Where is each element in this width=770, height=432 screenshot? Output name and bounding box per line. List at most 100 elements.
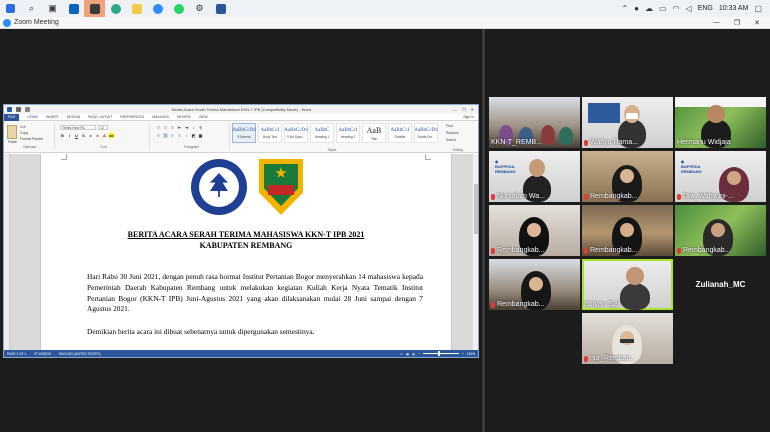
video-tile[interactable]: Rembangkab... bbox=[582, 151, 673, 202]
video-tile[interactable]: ◆ BAPPEDA REMBANG Nursalam Wa... bbox=[489, 151, 580, 202]
language-indicator[interactable]: ENG bbox=[698, 5, 713, 12]
align-center-icon[interactable]: ≡ bbox=[163, 133, 168, 138]
style-title[interactable]: AaB Title bbox=[362, 123, 386, 143]
video-tile[interactable]: KKN-T_REMB... bbox=[489, 97, 580, 148]
task-view-icon[interactable]: ▣ bbox=[42, 0, 63, 17]
style-normal[interactable]: AaBbCcDd ¶ Normal bbox=[232, 123, 256, 143]
zoom-icon[interactable] bbox=[147, 0, 168, 17]
volume-icon[interactable]: ◁ bbox=[686, 4, 692, 13]
line-spacing-icon[interactable]: ↕ bbox=[184, 133, 189, 138]
video-tile[interactable]: Rembangkab... bbox=[582, 205, 673, 256]
sign-in-link[interactable]: Sign in bbox=[463, 115, 478, 119]
zoom-out-icon[interactable]: − bbox=[418, 352, 420, 356]
app-orange-icon[interactable] bbox=[84, 0, 105, 17]
tab-view[interactable]: VIEW bbox=[199, 115, 208, 119]
style-no-spacing[interactable]: AaBbCcDd ¶ No Spac... bbox=[284, 123, 308, 143]
superscript-icon[interactable]: x bbox=[95, 133, 100, 138]
file-explorer-icon[interactable] bbox=[126, 0, 147, 17]
replace-button[interactable]: Replace bbox=[446, 130, 459, 137]
font-name-select[interactable]: Times New Ro bbox=[60, 125, 96, 130]
clock[interactable]: 10:33 AM bbox=[719, 5, 749, 12]
tab-references[interactable]: REFERENCES bbox=[120, 115, 144, 119]
wifi-icon[interactable]: ◠ bbox=[673, 4, 680, 13]
tab-mailings[interactable]: MAILINGS bbox=[152, 115, 169, 119]
zoom-in-icon[interactable]: + bbox=[462, 352, 464, 356]
page-count[interactable]: PAGE 1 OF 1 bbox=[7, 352, 26, 356]
outlook-icon[interactable] bbox=[63, 0, 84, 17]
format-painter-button[interactable]: Format Painter bbox=[20, 137, 43, 141]
word-maximize-icon[interactable]: ❐ bbox=[462, 107, 466, 112]
vertical-scrollbar[interactable] bbox=[472, 154, 478, 350]
style-heading-1[interactable]: AaBbC Heading 1 bbox=[310, 123, 334, 143]
edge-icon[interactable] bbox=[105, 0, 126, 17]
zoom-slider[interactable] bbox=[422, 351, 459, 356]
document-page[interactable]: BERITA ACARA SERAH TERIMA MAHASISWA KKN-… bbox=[40, 154, 452, 350]
numbering-icon[interactable]: ≡ bbox=[163, 125, 168, 130]
increase-indent-icon[interactable]: ⇥ bbox=[184, 125, 189, 130]
web-layout-icon[interactable]: ▤ bbox=[412, 352, 415, 356]
settings-icon[interactable]: ⚙ bbox=[189, 0, 210, 17]
tab-review[interactable]: REVIEW bbox=[177, 115, 191, 119]
shading-icon[interactable]: ◩ bbox=[191, 133, 196, 138]
tab-design[interactable]: DESIGN bbox=[67, 115, 80, 119]
word-icon[interactable] bbox=[210, 0, 231, 17]
video-tile-no-video[interactable]: Zulianah_MC bbox=[675, 259, 766, 310]
italic-icon[interactable]: I bbox=[67, 133, 72, 138]
video-tile[interactable]: Rembangkab... bbox=[675, 205, 766, 256]
select-button[interactable]: Select bbox=[446, 137, 459, 144]
tab-page-layout[interactable]: PAGE LAYOUT bbox=[88, 115, 112, 119]
strikethrough-icon[interactable]: S bbox=[81, 133, 86, 138]
justify-icon[interactable]: ≡ bbox=[177, 133, 182, 138]
save-icon[interactable] bbox=[16, 107, 21, 112]
maximize-icon[interactable]: ❐ bbox=[734, 19, 740, 27]
tab-file[interactable]: FILE bbox=[4, 113, 20, 121]
font-size-select[interactable]: 12 bbox=[98, 125, 108, 130]
cut-button[interactable]: Cut bbox=[20, 125, 25, 129]
word-minimize-icon[interactable]: — bbox=[453, 107, 457, 112]
search-icon[interactable]: ⌕ bbox=[21, 0, 42, 17]
multilevel-icon[interactable]: ≡ bbox=[170, 125, 175, 130]
video-tile[interactable]: Hermanu Widjaja bbox=[675, 97, 766, 148]
mic-tray-icon[interactable]: ● bbox=[634, 4, 639, 13]
bold-icon[interactable]: B bbox=[60, 133, 65, 138]
style-subtle-emphasis[interactable]: AaBbCcDd Subtle Em... bbox=[414, 123, 438, 143]
paste-button[interactable]: Paste bbox=[8, 140, 17, 144]
copy-button[interactable]: Copy bbox=[20, 131, 28, 135]
whatsapp-icon[interactable] bbox=[168, 0, 189, 17]
video-tile[interactable]: Rembangkab... bbox=[489, 259, 580, 310]
font-color-icon[interactable]: A bbox=[102, 133, 107, 138]
zoom-level[interactable]: 140% bbox=[467, 352, 475, 356]
close-icon[interactable]: ✕ bbox=[754, 19, 760, 27]
video-tile[interactable]: nur_Remban... bbox=[582, 313, 673, 364]
word-close-icon[interactable]: ✕ bbox=[471, 107, 474, 112]
cloud-icon[interactable]: ☁ bbox=[645, 4, 653, 13]
scroll-thumb[interactable] bbox=[474, 184, 478, 234]
chevron-up-icon[interactable]: ⌃ bbox=[621, 4, 628, 13]
video-tile[interactable]: Rembangkab... bbox=[489, 205, 580, 256]
borders-icon[interactable]: ▦ bbox=[198, 133, 203, 138]
read-mode-icon[interactable]: ▭ bbox=[400, 352, 403, 356]
align-right-icon[interactable]: ≡ bbox=[170, 133, 175, 138]
video-tile-active-speaker[interactable]: Sofyan Sjaf bbox=[582, 259, 673, 310]
notification-icon[interactable]: ▢ bbox=[754, 4, 762, 13]
align-left-icon[interactable]: ≡ bbox=[156, 133, 161, 138]
decrease-indent-icon[interactable]: ⇤ bbox=[177, 125, 182, 130]
word-count[interactable]: 97 WORDS bbox=[34, 352, 51, 356]
bullets-icon[interactable]: ≡ bbox=[156, 125, 161, 130]
tab-home[interactable]: HOME bbox=[27, 115, 38, 119]
print-layout-icon[interactable]: ▣ bbox=[406, 352, 409, 356]
style-body-text[interactable]: AaBbCcI Body Text bbox=[258, 123, 282, 143]
style-heading-2[interactable]: AaBbCcI Heading 2 bbox=[336, 123, 360, 143]
tab-insert[interactable]: INSERT bbox=[46, 115, 59, 119]
language-status[interactable]: ENGLISH (UNITED STATES) bbox=[59, 352, 101, 356]
underline-icon[interactable]: U bbox=[74, 133, 79, 138]
sort-icon[interactable]: ↓ bbox=[191, 125, 196, 130]
minimize-icon[interactable]: — bbox=[713, 19, 720, 27]
video-tile[interactable]: Wahyu Rama... bbox=[582, 97, 673, 148]
video-tile[interactable]: ◆ BAPPEDA REMBANG Dwi_Wahyuni-... bbox=[675, 151, 766, 202]
battery-icon[interactable]: ▭ bbox=[659, 4, 667, 13]
find-button[interactable]: Find bbox=[446, 123, 459, 130]
start-icon[interactable] bbox=[0, 0, 21, 17]
style-subtitle[interactable]: AaBbCcI Subtitle bbox=[388, 123, 412, 143]
paste-icon[interactable] bbox=[7, 125, 17, 139]
